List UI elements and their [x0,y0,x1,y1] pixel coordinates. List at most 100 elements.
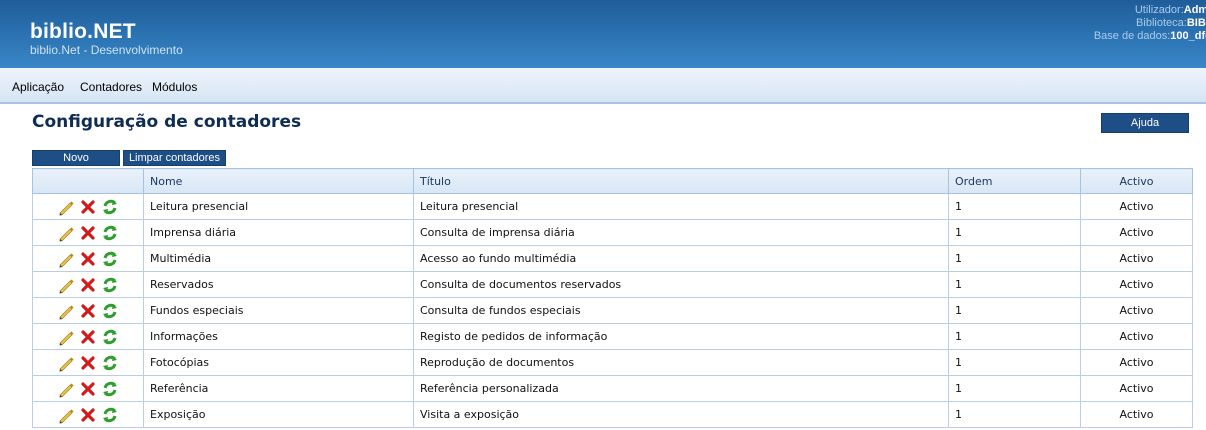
help-button[interactable]: Ajuda [1101,113,1189,133]
cell-ordem: 1 [948,375,1081,402]
app-subtitle: biblio.Net - Desenvolvimento [30,43,183,57]
clear-counters-button[interactable]: Limpar contadores [123,150,226,166]
column-header-nome[interactable]: Nome [143,168,414,194]
pencil-icon[interactable] [57,198,75,216]
column-header-activo[interactable]: Activo [1080,168,1193,194]
menu-contadores[interactable]: Contadores [80,80,142,94]
row-actions [32,271,144,298]
delete-x-icon[interactable] [79,354,97,372]
cell-nome: Multimédia [143,245,414,272]
delete-x-icon[interactable] [79,250,97,268]
refresh-icon[interactable] [101,406,119,424]
pencil-icon[interactable] [57,328,75,346]
table-row[interactable]: Imprensa diária Consulta de imprensa diár… [32,219,1193,246]
cell-activo: Activo [1080,323,1193,350]
menu-modulos[interactable]: Módulos [152,80,197,94]
library-label: Biblioteca: [1136,17,1187,29]
table-row[interactable]: Informações Registo de pedidos de informa… [32,323,1193,350]
cell-nome: Exposição [143,401,414,428]
table-row[interactable]: Exposição Visita a exposição 1 Activo [32,401,1193,428]
database-label: Base de dados: [1093,30,1171,42]
cell-activo: Activo [1080,193,1193,220]
cell-titulo: Visita a exposição [413,401,949,428]
cell-nome: Referência [143,375,414,402]
delete-x-icon[interactable] [79,302,97,320]
delete-x-icon[interactable] [79,276,97,294]
new-button[interactable]: Novo [32,150,120,166]
cell-ordem: 1 [948,401,1081,428]
delete-x-icon[interactable] [79,198,97,216]
pencil-icon[interactable] [57,380,75,398]
cell-ordem: 1 [948,349,1081,376]
pencil-icon[interactable] [57,224,75,242]
cell-ordem: 1 [948,297,1081,324]
refresh-icon[interactable] [101,250,119,268]
table-row[interactable]: Referência Referência personalizada 1 Activ… [32,375,1193,402]
user-info: Utilizador:Admin Biblioteca:BIB00 Base d… [1094,4,1206,43]
row-actions [32,219,144,246]
pencil-icon[interactable] [57,276,75,294]
pencil-icon[interactable] [57,302,75,320]
actions-column-header [32,168,144,194]
row-actions [32,349,144,376]
cell-titulo: Consulta de documentos reservados [413,271,949,298]
cell-titulo: Reprodução de documentos [413,349,949,376]
refresh-icon[interactable] [101,380,119,398]
menu-aplicacao[interactable]: Aplicação [12,80,64,94]
refresh-icon[interactable] [101,354,119,372]
cell-titulo: Leitura presencial [413,193,949,220]
refresh-icon[interactable] [101,276,119,294]
menu-bar: Aplicação Contadores Módulos [0,68,1206,104]
cell-titulo: Acesso ao fundo multimédia [413,245,949,272]
cell-nome: Fotocópias [143,349,414,376]
delete-x-icon[interactable] [79,380,97,398]
row-actions [32,401,144,428]
app-header: biblio.NET biblio.Net - Desenvolvimento … [0,0,1206,68]
pencil-icon[interactable] [57,250,75,268]
cell-ordem: 1 [948,193,1081,220]
column-header-ordem[interactable]: Ordem [948,168,1081,194]
cell-ordem: 1 [948,271,1081,298]
delete-x-icon[interactable] [79,224,97,242]
pencil-icon[interactable] [57,354,75,372]
cell-nome: Leitura presencial [143,193,414,220]
counters-table: Nome Título Ordem Activo Leitura presenc… [32,168,1193,428]
table-row[interactable]: Leitura presencial Leitura presencial 1 Act… [32,193,1193,220]
table-header-row: Nome Título Ordem Activo [32,168,1193,194]
cell-ordem: 1 [948,219,1081,246]
pencil-icon[interactable] [57,406,75,424]
cell-titulo: Registo de pedidos de informação [413,323,949,350]
cell-nome: Informações [143,323,414,350]
cell-activo: Activo [1080,219,1193,246]
delete-x-icon[interactable] [79,406,97,424]
page-title: Configuração de contadores [32,112,302,132]
refresh-icon[interactable] [101,198,119,216]
database-value: 100_dfgc [1170,30,1206,42]
cell-nome: Imprensa diária [143,219,414,246]
cell-activo: Activo [1080,349,1193,376]
table-row[interactable]: Multimédia Acesso ao fundo multimédia 1 Act… [32,245,1193,272]
cell-nome: Fundos especiais [143,297,414,324]
refresh-icon[interactable] [101,302,119,320]
cell-titulo: Referência personalizada [413,375,949,402]
cell-activo: Activo [1080,297,1193,324]
cell-ordem: 1 [948,323,1081,350]
table-row[interactable]: Reservados Consulta de documentos reserva… [32,271,1193,298]
refresh-icon[interactable] [101,224,119,242]
column-header-titulo[interactable]: Título [413,168,949,194]
row-actions [32,297,144,324]
refresh-icon[interactable] [101,328,119,346]
delete-x-icon[interactable] [79,328,97,346]
app-title: biblio.NET [30,20,136,43]
cell-titulo: Consulta de imprensa diária [413,219,949,246]
cell-ordem: 1 [948,245,1081,272]
table-row[interactable]: Fundos especiais Consulta de fundos espec… [32,297,1193,324]
user-value: Admin [1183,4,1206,16]
cell-nome: Reservados [143,271,414,298]
row-actions [32,375,144,402]
row-actions [32,193,144,220]
table-body: Leitura presencial Leitura presencial 1 Act… [32,193,1193,428]
cell-activo: Activo [1080,375,1193,402]
cell-activo: Activo [1080,245,1193,272]
table-row[interactable]: Fotocópias Reprodução de documentos 1 Activ… [32,349,1193,376]
